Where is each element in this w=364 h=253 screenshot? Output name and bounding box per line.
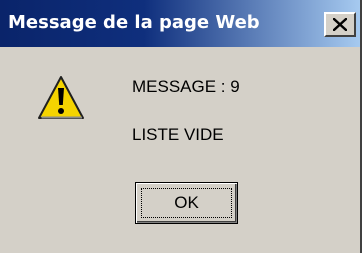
- message-dialog: Message de la page Web MESSAGE : 9 LISTE…: [0, 0, 362, 253]
- warning-icon: [38, 76, 84, 119]
- ok-button[interactable]: OK: [135, 182, 238, 224]
- message-text: MESSAGE : 9: [132, 77, 240, 96]
- dialog-title: Message de la page Web: [8, 12, 260, 33]
- close-icon: [333, 18, 347, 31]
- close-button[interactable]: [324, 12, 356, 37]
- title-bar[interactable]: Message de la page Web: [0, 0, 360, 47]
- ok-button-label: OK: [174, 193, 199, 212]
- message-detail-text: LISTE VIDE: [132, 125, 224, 144]
